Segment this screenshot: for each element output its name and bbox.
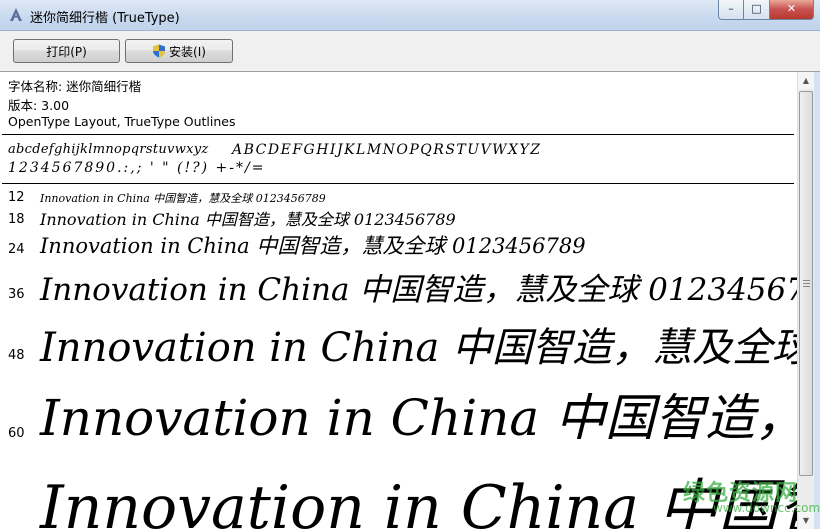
install-button-label: 安装(I)	[169, 44, 206, 59]
print-button[interactable]: 打印(P)	[13, 39, 120, 63]
sample-text-60: Innovation in China 中国智造，慧及全球 0123456789	[40, 389, 797, 447]
size-label: 48	[8, 348, 25, 363]
close-button[interactable]: ✕	[770, 0, 814, 20]
font-app-icon	[10, 8, 22, 21]
watermark-url: www.downcc.com	[713, 501, 820, 515]
digits-symbols: 1234567890.:,; ' " (!?) +-*/=	[8, 160, 266, 176]
size-label: 60	[8, 426, 25, 441]
sample-text-12: Innovation in China 中国智造，慧及全球 0123456789	[40, 192, 326, 205]
divider	[2, 134, 794, 135]
sample-text-24: Innovation in China 中国智造，慧及全球 0123456789	[40, 234, 586, 258]
font-name-line: 字体名称: 迷你简细行楷	[8, 79, 142, 94]
window-title: 迷你简细行楷 (TrueType)	[30, 11, 180, 26]
sample-text-48: Innovation in China 中国智造，慧及全球 0123456789	[40, 325, 797, 371]
size-label: 36	[8, 287, 25, 302]
grip-icon	[803, 280, 810, 287]
window-frame	[814, 72, 820, 529]
scroll-thumb[interactable]	[799, 91, 813, 476]
sample-text-18: Innovation in China 中国智造，慧及全球 0123456789	[40, 210, 456, 229]
title-bar[interactable]: 迷你简细行楷 (TrueType) – □ ✕	[0, 0, 820, 31]
size-label: 12	[8, 190, 25, 205]
print-button-label: 打印(P)	[46, 44, 87, 59]
uppercase-alphabet: ABCDEFGHIJKLMNOPQRSTUVWXYZ	[232, 142, 542, 158]
site-watermark: 绿色资源网 www.downcc.com	[683, 475, 820, 525]
size-label: 18	[8, 212, 25, 227]
install-button[interactable]: 安装(I)	[125, 39, 233, 63]
minimize-button[interactable]: –	[718, 0, 744, 20]
font-type-line: OpenType Layout, TrueType Outlines	[8, 114, 236, 129]
scroll-up-arrow-icon[interactable]: ▲	[798, 72, 814, 89]
maximize-button[interactable]: □	[744, 0, 770, 20]
sample-text-36: Innovation in China 中国智造，慧及全球 0123456789	[40, 272, 797, 308]
font-version-line: 版本: 3.00	[8, 98, 70, 113]
lowercase-alphabet: abcdefghijklmnopqrstuvwxyz	[8, 142, 209, 157]
vertical-scrollbar[interactable]: ▲ ▼	[797, 72, 814, 529]
divider	[2, 183, 794, 184]
font-preview-area: 字体名称: 迷你简细行楷 版本: 3.00 OpenType Layout, T…	[0, 72, 797, 529]
size-label: 24	[8, 242, 25, 257]
toolbar: 打印(P) 安装(I)	[0, 31, 820, 72]
caption-buttons: – □ ✕	[718, 0, 814, 20]
uac-shield-icon	[153, 44, 166, 58]
